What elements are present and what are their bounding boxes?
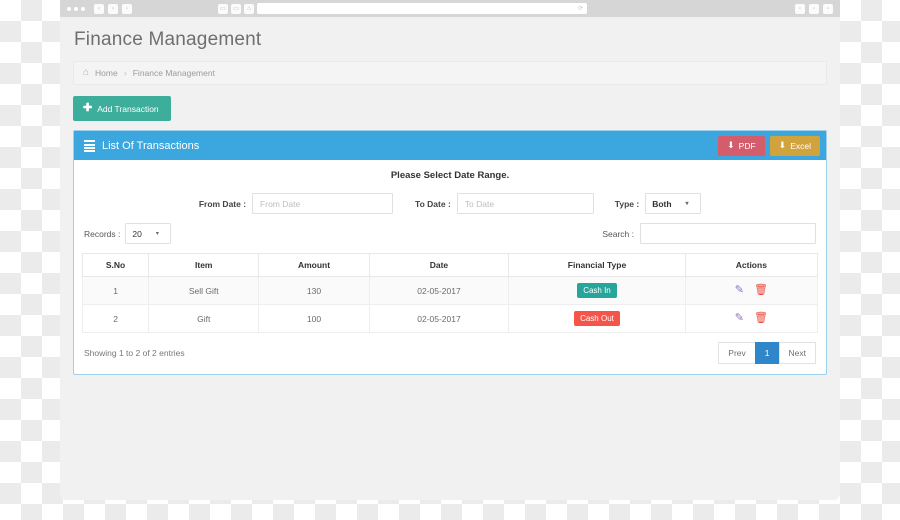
cell-actions: ✎ 🗑	[684, 276, 819, 305]
plus-icon: ✚	[83, 102, 93, 114]
cell-date: 02-05-2017	[368, 276, 510, 305]
cell-sno: 2	[81, 304, 150, 333]
cell-financial-type: Cash In	[508, 276, 686, 305]
reload-icon[interactable]: ⟳	[578, 5, 583, 12]
export-excel-label: Excel	[790, 140, 811, 151]
status-badge: Cash Out	[574, 311, 620, 326]
transactions-table: S.No Item Amount Date Financial Type Act…	[81, 253, 819, 333]
column-header-item: Item	[148, 253, 260, 277]
page-title: Finance Management	[74, 29, 262, 50]
add-transaction-button[interactable]: ✚ Add Transaction	[73, 96, 171, 121]
forward-icon[interactable]: ›	[108, 3, 118, 14]
records-search-row: Records : 20 ▾ Search :	[82, 223, 818, 244]
export-excel-button[interactable]: ⬇ Excel	[769, 135, 820, 156]
export-pdf-label: PDF	[738, 140, 756, 151]
address-group: ▭ ▭ ⌂ ⟳	[218, 3, 587, 14]
pagination: Prev 1 Next	[718, 342, 816, 364]
download-icon: ⬇	[778, 140, 787, 150]
cell-sno: 1	[81, 276, 150, 305]
cell-actions: ✎ 🗑	[684, 304, 819, 333]
share-icon[interactable]: ▫	[795, 3, 805, 14]
panel-title: List Of Transactions	[102, 139, 200, 152]
breadcrumb: ⌂ Home › Finance Management	[73, 61, 827, 85]
date-range-heading: Please Select Date Range.	[390, 170, 510, 181]
cell-date: 02-05-2017	[368, 304, 510, 333]
type-select-value: Both	[652, 198, 672, 209]
browser-chrome-bar: ‹ › ▫ ▭ ▭ ⌂ ⟳ ▫ ▫ ▫	[60, 0, 840, 17]
column-header-sno: S.No	[81, 253, 150, 277]
status-badge: Cash In	[577, 283, 617, 298]
address-input[interactable]: ⟳	[257, 3, 587, 14]
to-date-label: To Date :	[415, 198, 451, 209]
chrome-right-controls: ▫ ▫ ▫	[795, 3, 835, 14]
table-row: 2 Gift 100 02-05-2017 Cash Out ✎ 🗑	[81, 304, 819, 333]
chevron-down-icon: ▾	[155, 231, 159, 237]
pagination-prev[interactable]: Prev	[718, 342, 756, 364]
search-label: Search :	[602, 228, 634, 239]
type-select[interactable]: Both ▾	[645, 193, 702, 214]
chevron-down-icon: ▾	[685, 201, 689, 207]
maximize-dot[interactable]	[81, 6, 85, 11]
search-group: Search :	[602, 223, 816, 244]
transactions-panel: List Of Transactions ⬇ PDF ⬇ Excel Pleas…	[73, 130, 827, 375]
records-select-value: 20	[132, 228, 142, 239]
type-label: Type :	[614, 198, 640, 209]
breadcrumb-home-link[interactable]: Home	[95, 68, 118, 78]
trash-icon[interactable]: 🗑	[754, 313, 768, 324]
cell-item: Gift	[148, 304, 260, 333]
breadcrumb-current: Finance Management	[132, 68, 215, 78]
home-icon[interactable]: ⌂	[244, 3, 254, 14]
table-footer: Showing 1 to 2 of 2 entries Prev 1 Next	[82, 333, 818, 366]
export-buttons: ⬇ PDF ⬇ Excel	[718, 135, 820, 156]
trash-icon[interactable]: 🗑	[754, 285, 768, 296]
panel-header: List Of Transactions ⬇ PDF ⬇ Excel	[74, 131, 826, 160]
column-header-amount: Amount	[258, 253, 370, 277]
date-filter-row: From Date : To Date : Type : Both ▾	[82, 193, 818, 214]
list-icon	[84, 140, 95, 152]
table-header-row: S.No Item Amount Date Financial Type Act…	[81, 253, 819, 277]
edit-icon[interactable]: ✎	[735, 285, 744, 296]
reader-icon[interactable]: ▭	[231, 3, 241, 14]
export-pdf-button[interactable]: ⬇ PDF	[718, 135, 765, 156]
close-dot[interactable]	[67, 6, 71, 11]
column-header-actions: Actions	[684, 253, 819, 277]
breadcrumb-separator: ›	[123, 68, 127, 78]
home-icon: ⌂	[83, 67, 90, 78]
edit-icon[interactable]: ✎	[735, 313, 744, 324]
tabs-icon[interactable]: ▫	[823, 3, 833, 14]
bookmark-icon[interactable]: ▭	[218, 3, 228, 14]
page-content: Finance Management ⌂ Home › Finance Mana…	[60, 17, 840, 500]
entries-info: Showing 1 to 2 of 2 entries	[84, 348, 185, 358]
column-header-financial-type: Financial Type	[508, 253, 686, 277]
from-date-label: From Date :	[198, 198, 247, 209]
pagination-page-1[interactable]: 1	[754, 342, 780, 364]
stop-icon[interactable]: ▫	[122, 3, 132, 14]
search-input[interactable]	[640, 223, 816, 244]
settings-icon[interactable]: ▫	[809, 3, 819, 14]
add-transaction-label: Add Transaction	[97, 103, 159, 114]
records-select[interactable]: 20 ▾	[125, 223, 172, 244]
records-label: Records :	[84, 228, 121, 239]
pagination-next[interactable]: Next	[778, 342, 816, 364]
cell-financial-type: Cash Out	[508, 304, 686, 333]
column-header-date: Date	[368, 253, 510, 277]
to-date-input[interactable]	[456, 193, 594, 214]
cell-amount: 130	[258, 276, 370, 305]
minimize-dot[interactable]	[74, 6, 78, 11]
cell-amount: 100	[258, 304, 370, 333]
window-controls[interactable]	[67, 6, 85, 11]
table-row: 1 Sell Gift 130 02-05-2017 Cash In ✎ 🗑	[81, 276, 819, 305]
cell-item: Sell Gift	[148, 276, 260, 305]
download-icon: ⬇	[727, 140, 735, 150]
back-icon[interactable]: ‹	[94, 3, 104, 14]
from-date-input[interactable]	[252, 193, 394, 214]
browser-window: ‹ › ▫ ▭ ▭ ⌂ ⟳ ▫ ▫ ▫ Finance Management ⌂…	[60, 0, 840, 500]
panel-body: Please Select Date Range. From Date : To…	[74, 160, 826, 374]
